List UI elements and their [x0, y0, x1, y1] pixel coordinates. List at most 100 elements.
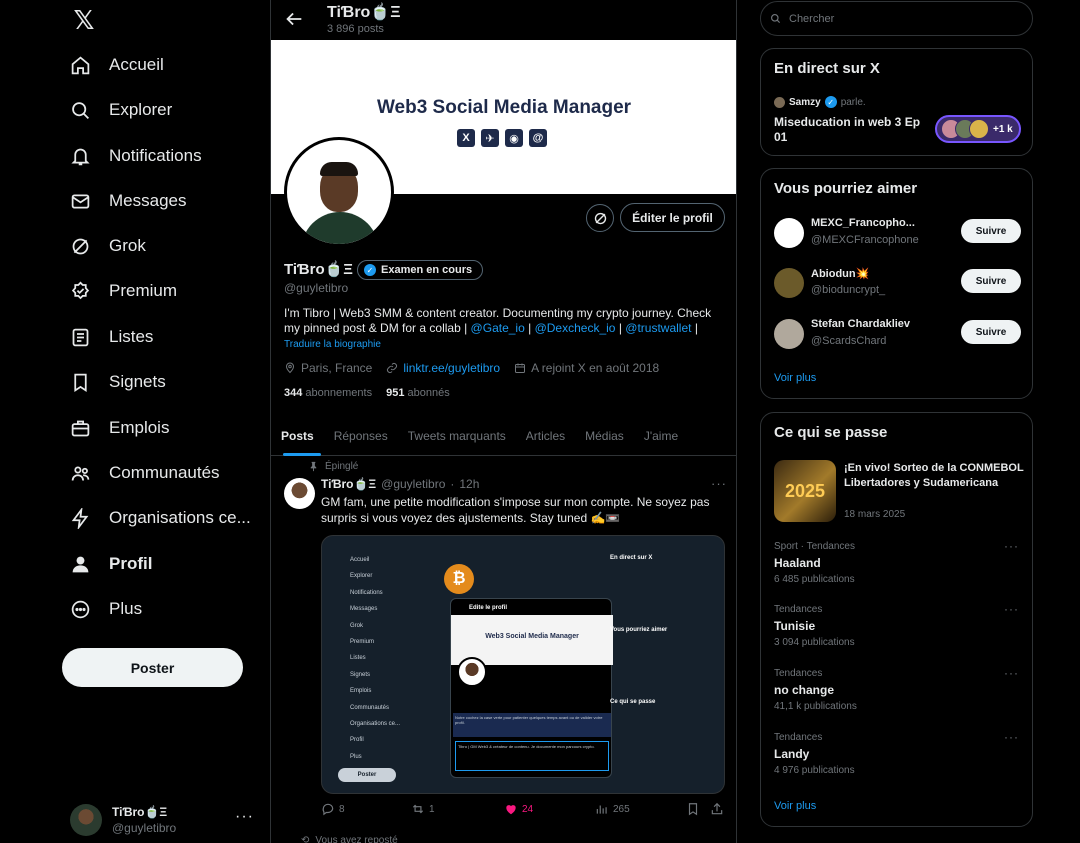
media-right-title: En direct sur X: [610, 555, 653, 561]
nav-label: Signets: [109, 372, 166, 391]
media-side-item: Plus: [350, 753, 362, 760]
share-button[interactable]: [710, 802, 724, 816]
profile-avatar[interactable]: [284, 137, 394, 247]
views-button[interactable]: 265: [595, 802, 630, 816]
more-icon[interactable]: ···: [1004, 730, 1019, 744]
reply-button[interactable]: 8: [321, 802, 345, 816]
nav-home[interactable]: Accueil: [70, 45, 164, 85]
profile-header: TiƁro🍵Ξ 3 896 posts: [271, 0, 736, 40]
post-media[interactable]: Accueil Explorer Notifications Messages …: [321, 535, 725, 794]
threads-icon: @: [529, 129, 547, 147]
profile-name: TiƁro🍵Ξ: [284, 261, 353, 278]
post-button[interactable]: Poster: [62, 648, 243, 687]
tab-media[interactable]: Médias: [575, 416, 634, 456]
bookmark-button[interactable]: [686, 802, 700, 816]
bio-separator: |: [618, 321, 622, 335]
website-link[interactable]: linktr.ee/guyletibro: [403, 361, 500, 375]
more-icon[interactable]: ···: [1004, 666, 1019, 680]
see-more-link[interactable]: Voir plus: [774, 372, 816, 384]
joined-text: A rejoint X en août 2018: [531, 361, 660, 375]
followers-link[interactable]: 951 abonnés: [386, 387, 450, 399]
bio-link-gate[interactable]: @Gate_io: [471, 321, 525, 335]
suggested-user[interactable]: Stefan Chardakliev @ScardsChard Suivre: [774, 317, 1021, 351]
repost-count: 1: [429, 803, 435, 815]
tab-replies[interactable]: Réponses: [324, 416, 398, 456]
follow-button[interactable]: Suivre: [961, 219, 1021, 243]
posts-count: 3 896 posts: [327, 23, 384, 35]
tab-articles[interactable]: Articles: [516, 416, 575, 456]
nav-bookmarks[interactable]: Signets: [70, 362, 166, 402]
like-count: 24: [522, 803, 534, 815]
nav-profile[interactable]: Profil: [70, 544, 152, 584]
nav-explore[interactable]: Explorer: [70, 90, 172, 130]
space-listeners[interactable]: +1 k: [935, 115, 1021, 143]
post-handle[interactable]: @guyletibro: [381, 477, 445, 491]
trend-news[interactable]: 2025 ¡En vivo! Sorteo de la CONMEBOL Lib…: [774, 460, 1024, 522]
back-arrow-icon[interactable]: [283, 8, 305, 30]
space-host[interactable]: Samzy ✓ parle.: [774, 96, 866, 108]
account-name: TiƁro🍵Ξ: [112, 805, 168, 819]
more-icon[interactable]: ···: [1004, 602, 1019, 616]
trend-item[interactable]: Sport · Tendances Haaland 6 485 publicat…: [774, 539, 1021, 591]
edit-profile-button[interactable]: Éditer le profil: [620, 203, 725, 232]
account-switcher[interactable]: TiƁro🍵Ξ @guyletibro ···: [70, 800, 260, 840]
banner-icons: X ✈ ◉ @: [457, 129, 547, 147]
calendar-icon: [515, 363, 526, 373]
nav-jobs[interactable]: Emplois: [70, 408, 169, 448]
nav-messages[interactable]: Messages: [70, 181, 186, 221]
post-avatar[interactable]: [284, 478, 315, 509]
more-icon[interactable]: ···: [1004, 539, 1019, 553]
post-author[interactable]: TiƁro🍵Ξ: [321, 477, 376, 491]
following-link[interactable]: 344 abonnements: [284, 387, 372, 399]
status-badge[interactable]: ✓ Examen en cours: [357, 260, 484, 280]
repost-button[interactable]: 1: [411, 802, 435, 816]
live-heading: En direct sur X: [774, 60, 880, 77]
media-edit-modal: Edite le profil Web3 Social Media Manage…: [450, 598, 613, 778]
translate-bio-link[interactable]: Traduire la biographie: [284, 339, 381, 350]
trend-name: Landy: [774, 747, 810, 761]
nav-premium[interactable]: Premium: [70, 271, 177, 311]
media-side-item: Communautés: [350, 704, 390, 711]
search-input[interactable]: [789, 12, 1019, 25]
profile-tabs: Posts Réponses Tweets marquants Articles…: [271, 416, 736, 456]
search-icon: [72, 101, 89, 119]
media-modal-note: Notre cochez la case verte pour patiente…: [453, 713, 611, 737]
trend-item[interactable]: Tendances no change 41,1 k publications …: [774, 666, 1021, 718]
search-box[interactable]: [760, 1, 1033, 36]
bio-link-dexcheck[interactable]: @Dexcheck_io: [535, 321, 616, 335]
bio-link-trustwallet[interactable]: @trustwallet: [625, 321, 691, 335]
suggested-user[interactable]: MEXC_Francopho... @MEXCFrancophone Suivr…: [774, 216, 1021, 250]
post-time[interactable]: 12h: [459, 477, 479, 491]
x-logo-icon[interactable]: 𝕏: [70, 5, 98, 35]
nav-label: Notifications: [109, 146, 202, 165]
account-names: TiƁro🍵Ξ @guyletibro: [112, 804, 176, 836]
nav-organizations[interactable]: Organisations ce...: [70, 498, 251, 538]
like-button[interactable]: 24: [504, 802, 533, 816]
see-more-link[interactable]: Voir plus: [774, 800, 816, 812]
nav-lists[interactable]: Listes: [70, 317, 153, 357]
trend-item[interactable]: Tendances Landy 4 976 publications ···: [774, 730, 1021, 782]
more-icon[interactable]: ···: [711, 476, 727, 491]
grok-analyze-button[interactable]: [586, 204, 614, 232]
wtf-heading: Vous pourriez aimer: [774, 180, 918, 197]
nav-notifications[interactable]: Notifications: [70, 136, 202, 176]
space-title[interactable]: Miseducation in web 3 Ep 01: [774, 115, 929, 145]
views-count: 265: [613, 803, 630, 815]
nav-communities[interactable]: Communautés: [70, 453, 220, 493]
nav-more[interactable]: Plus: [70, 589, 142, 629]
account-handle: @guyletibro: [112, 821, 177, 835]
tab-highlights[interactable]: Tweets marquants: [398, 416, 516, 456]
follow-button[interactable]: Suivre: [961, 269, 1021, 293]
tab-likes[interactable]: J'aime: [634, 416, 688, 456]
nav-grok[interactable]: Grok: [70, 226, 146, 266]
suggested-user[interactable]: Abiodun💥 @bioduncrypt_ Suivre: [774, 266, 1021, 300]
link-icon: [387, 363, 398, 373]
lightning-icon: [71, 507, 89, 529]
trend-item[interactable]: Tendances Tunisie 3 094 publications ···: [774, 602, 1021, 654]
tab-posts[interactable]: Posts: [271, 416, 324, 456]
pinned-text: Épinglé: [325, 461, 359, 472]
follow-button[interactable]: Suivre: [961, 320, 1021, 344]
repost-indicator: ⟲ Vous avez reposté: [301, 835, 398, 843]
bitcoin-icon: ₿: [444, 564, 474, 594]
suggested-user-handle: @MEXCFrancophone: [811, 234, 919, 246]
